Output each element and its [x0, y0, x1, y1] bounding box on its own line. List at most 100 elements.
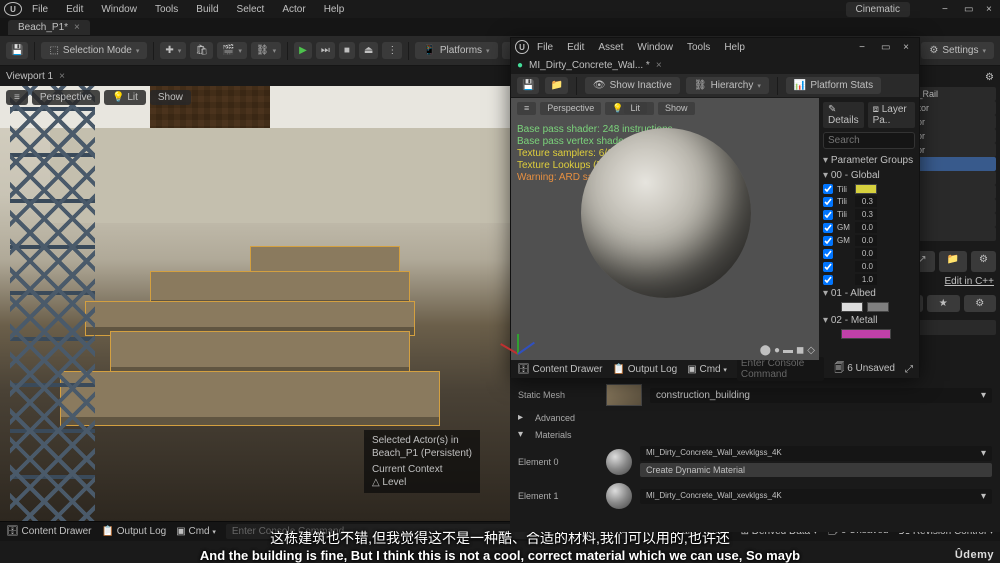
material-preview-viewport[interactable]: ≡ Perspective 💡Lit Show Base pass shader… — [511, 98, 819, 360]
skip-button[interactable]: ⏭ — [316, 42, 335, 59]
create-dynamic-material-button[interactable]: Create Dynamic Material — [640, 463, 992, 477]
parameter-row[interactable]: 0.0 — [823, 260, 915, 273]
static-mesh-dropdown[interactable]: construction_building▾ — [650, 388, 992, 403]
menu-tools[interactable]: Tools — [147, 2, 186, 17]
browse-icon[interactable]: 📁 — [939, 251, 967, 272]
outliner-opts-icon[interactable]: ⚙ — [985, 72, 994, 83]
material-1-dropdown[interactable]: MI_Dirty_Concrete_Wall_xevklgss_4K▾ — [640, 489, 992, 504]
menu-build[interactable]: Build — [188, 2, 226, 17]
mat-menu-edit[interactable]: Edit — [561, 40, 590, 55]
show-inactive-toggle[interactable]: 👁 Show Inactive — [585, 77, 680, 94]
hierarchy-dropdown[interactable]: ⛓ Hierarchy▾ — [686, 77, 769, 94]
parameter-row[interactable]: Tili — [823, 183, 915, 195]
level-tab[interactable]: Beach_P1* × — [8, 20, 90, 35]
mat-menu-help[interactable]: Help — [718, 40, 751, 55]
cinematic-button[interactable]: Cinematic — [846, 2, 910, 17]
output-log-button[interactable]: 📋 Output Log — [613, 364, 678, 375]
console-input[interactable]: Enter Console Command — [737, 357, 825, 381]
viewport-tab[interactable]: Viewport 1 — [6, 71, 53, 82]
advanced-section[interactable]: ▸Advanced — [514, 409, 996, 426]
material-tab[interactable]: MI_Dirty_Concrete_Wal... * — [529, 60, 650, 71]
cinematics-button[interactable]: 🎬▾ — [217, 42, 247, 59]
viewport-show[interactable]: Show — [150, 90, 191, 105]
albedo-group-header[interactable]: ▾ 01 - Albed — [823, 286, 915, 301]
menu-help[interactable]: Help — [316, 2, 353, 17]
material-thumbnail-1[interactable] — [606, 483, 632, 509]
settings-icon[interactable]: ⚙ — [971, 251, 996, 272]
panel-icon-4[interactable]: ⚙ — [964, 295, 997, 312]
layer-params-tab[interactable]: ⧈ Layer Pa.. — [868, 102, 915, 128]
window-min[interactable]: − — [853, 40, 871, 55]
preview-shape-sphere[interactable]: ● — [774, 345, 780, 356]
window-max[interactable]: ▭ — [875, 40, 893, 55]
parameter-row[interactable]: GM0.0 — [823, 234, 915, 247]
cmd-button[interactable]: ▣ Cmd ▾ — [687, 364, 727, 375]
window-close[interactable]: × — [897, 40, 915, 55]
stop-button[interactable]: ■ — [339, 42, 355, 59]
menu-select[interactable]: Select — [229, 2, 273, 17]
settings-dropdown[interactable]: ⚙Settings▾ — [921, 42, 994, 59]
parameter-row[interactable]: 0.0 — [823, 247, 915, 260]
parameter-row[interactable]: Tili0.3 — [823, 208, 915, 221]
panel-icon-3[interactable]: ★ — [927, 295, 960, 312]
menu-file[interactable]: File — [24, 2, 56, 17]
materials-section[interactable]: ▾Materials — [514, 426, 996, 443]
preview-shape-cube[interactable]: ◼ — [796, 345, 804, 356]
material-preview-sphere — [581, 128, 751, 298]
preview-shape-cylinder[interactable]: ⬤ — [760, 345, 771, 356]
close-icon[interactable]: × — [59, 71, 65, 82]
output-log-button[interactable]: 📋 Output Log — [102, 526, 167, 537]
preview-shape-plane[interactable]: ▬ — [783, 345, 793, 356]
play-options-button[interactable]: ⋮ — [382, 42, 402, 59]
mat-menu-tools[interactable]: Tools — [681, 40, 716, 55]
cmd-button[interactable]: ▣ Cmd ▾ — [176, 526, 216, 537]
material-0-dropdown[interactable]: MI_Dirty_Concrete_Wall_xevklgss_4K▾ — [640, 446, 992, 461]
menu-actor[interactable]: Actor — [274, 2, 313, 17]
mat-menu-file[interactable]: File — [531, 40, 559, 55]
content-drawer-button[interactable]: 🗄 Content Drawer — [517, 364, 603, 375]
unsaved-count[interactable]: 🗐 6 Unsaved — [834, 361, 895, 378]
parameter-row[interactable]: Tili0.3 — [823, 195, 915, 208]
preview-perspective[interactable]: Perspective — [540, 102, 601, 115]
selection-mode-dropdown[interactable]: ⬚Selection Mode▾ — [41, 42, 147, 59]
content-drawer-button[interactable]: 🗄 Content Drawer — [6, 526, 92, 537]
eject-button[interactable]: ⏏ — [359, 42, 378, 59]
menu-edit[interactable]: Edit — [58, 2, 91, 17]
window-close[interactable]: × — [978, 2, 996, 17]
sequencer-button[interactable]: ⛓▾ — [251, 42, 281, 59]
save-button[interactable]: 💾 — [517, 77, 539, 94]
details-search-input[interactable] — [823, 132, 915, 149]
browse-button[interactable]: 📁 — [545, 77, 567, 94]
preview-shape-mesh[interactable]: ◇ — [807, 345, 815, 356]
preview-lit[interactable]: 💡Lit — [605, 102, 654, 115]
menu-window[interactable]: Window — [93, 2, 145, 17]
viewport-perspective[interactable]: Perspective — [32, 90, 100, 105]
window-min[interactable]: − — [934, 2, 952, 17]
parameter-row[interactable]: 1.0 — [823, 273, 915, 286]
mat-menu-window[interactable]: Window — [631, 40, 679, 55]
platforms-dropdown[interactable]: 📱Platforms▾ — [415, 42, 497, 59]
marketplace-button[interactable]: 🛍 — [190, 42, 213, 59]
mat-menu-asset[interactable]: Asset — [592, 40, 629, 55]
global-group-header[interactable]: ▾ 00 - Global — [823, 168, 915, 183]
close-icon[interactable]: × — [74, 22, 80, 33]
viewport-lit[interactable]: 💡 Lit — [104, 90, 146, 105]
platform-stats-button[interactable]: 📊 Platform Stats — [786, 77, 881, 94]
material-thumbnail-0[interactable] — [606, 449, 632, 475]
param-groups-header[interactable]: ▾ Parameter Groups — [823, 153, 915, 168]
viewport-menu-button[interactable]: ≡ — [6, 90, 28, 105]
expand-icon[interactable]: ⤢ — [905, 364, 913, 375]
static-mesh-thumbnail[interactable] — [606, 384, 642, 406]
play-button[interactable]: ▶ — [294, 42, 312, 59]
preview-show[interactable]: Show — [658, 102, 695, 115]
metallic-group-header[interactable]: ▾ 02 - Metall — [823, 313, 915, 328]
save-button[interactable]: 💾 — [6, 42, 28, 59]
actor-details-panel: Static Mesh construction_building▾ ▸Adva… — [510, 377, 1000, 532]
window-max[interactable]: ▭ — [956, 2, 974, 17]
close-icon[interactable]: × — [656, 60, 662, 71]
parameter-row[interactable]: GM0.0 — [823, 221, 915, 234]
udemy-watermark: Ûdemy — [955, 549, 994, 561]
add-content-button[interactable]: ✚▾ — [160, 42, 186, 59]
details-tab[interactable]: ✎ Details — [823, 102, 864, 128]
preview-menu-button[interactable]: ≡ — [517, 102, 536, 115]
